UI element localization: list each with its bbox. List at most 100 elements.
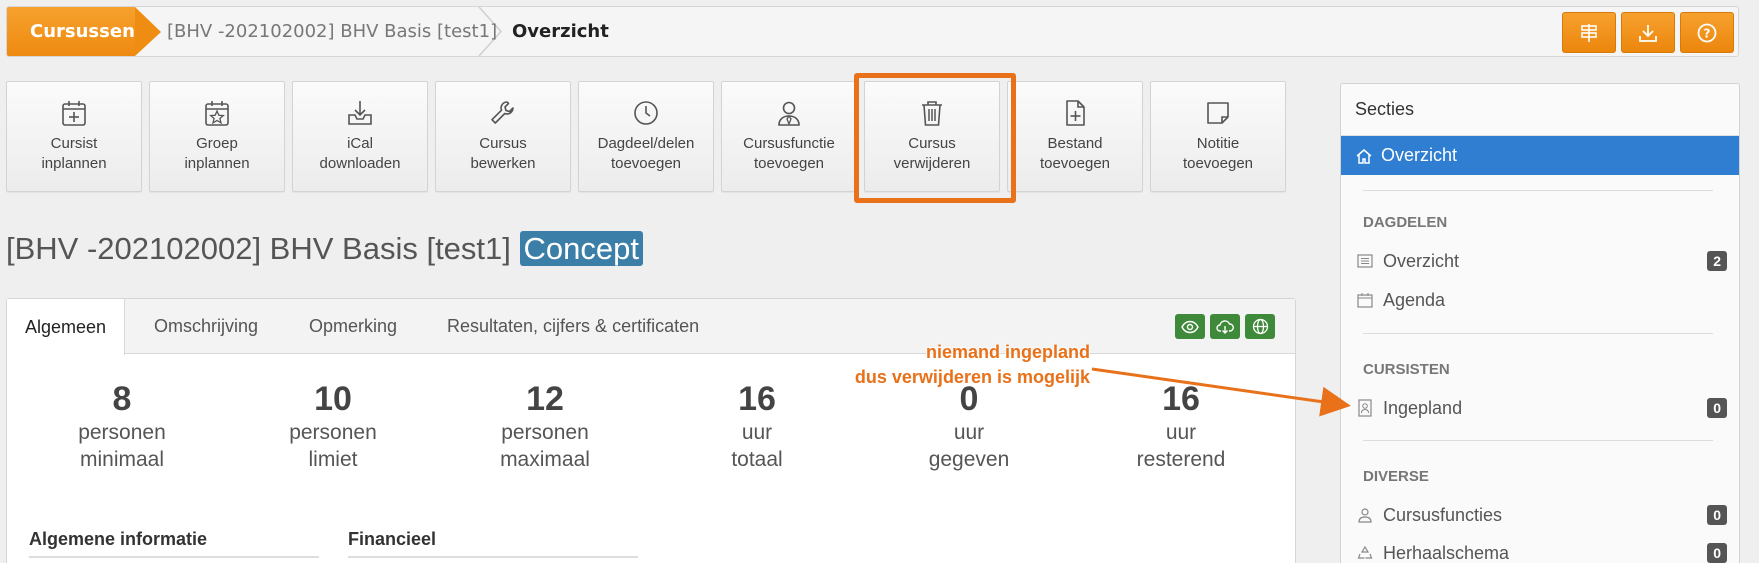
annotation-line2: dus verwijderen is mogelijk	[854, 367, 1090, 387]
section-heading-diverse: DIVERSE	[1363, 468, 1429, 485]
tab-opmerking[interactable]: Opmerking	[309, 299, 397, 354]
stat-label: personen	[78, 421, 166, 444]
sidebar-title: Secties	[1341, 84, 1739, 136]
user-icon	[1358, 508, 1372, 523]
annotation-text: niemand ingepland dus verwijderen is mog…	[790, 340, 1090, 390]
sidebar-item-herhaalschema[interactable]: Herhaalschema 0	[1357, 538, 1727, 563]
stat-gegeven: 0 uur gegeven	[869, 379, 1069, 473]
action-label-line2: toevoegen	[1039, 155, 1111, 172]
action-label-line2: inplannen	[41, 155, 107, 172]
sidebar-item-cursusfuncties[interactable]: Cursusfuncties 0	[1357, 500, 1727, 530]
breadcrumb-item-cursussen[interactable]: Cursussen	[7, 7, 135, 56]
action-label-line1: Notitie	[1196, 135, 1240, 152]
stat-sublabel: maximaal	[500, 448, 590, 471]
divider	[1363, 440, 1713, 441]
course-panel: Algemeen Omschrijving Opmerking Resultat…	[6, 298, 1296, 563]
highlight-frame	[854, 73, 1016, 203]
stat-sublabel: minimaal	[79, 448, 165, 471]
stat-value: 12	[526, 380, 564, 418]
stat-label: uur	[741, 421, 773, 444]
stat-sublabel: gegeven	[928, 448, 1010, 471]
action-label-line1: Bestand	[1047, 135, 1103, 152]
ical-downloaden-button[interactable]: iCal downloaden	[292, 81, 428, 192]
breadcrumb-item-current: Overzicht	[512, 21, 609, 42]
sidebar-item-label: Agenda	[1383, 289, 1446, 310]
sidebar-item-label: Overzicht	[1381, 145, 1458, 165]
cursus-bewerken-button[interactable]: Cursus bewerken	[435, 81, 571, 192]
divider	[1363, 333, 1713, 334]
view-button[interactable]	[1175, 314, 1205, 339]
stat-label: personen	[501, 421, 589, 444]
notitie-toevoegen-button[interactable]: Notitie toevoegen	[1150, 81, 1286, 192]
stat-value: 16	[1162, 380, 1200, 418]
stat-minimaal: 8 personen minimaal	[22, 379, 222, 473]
breadcrumb-item-course[interactable]: [BHV -202102002] BHV Basis [test1]	[167, 7, 497, 56]
action-label-line2: toevoegen	[1182, 155, 1254, 172]
recycle-icon	[1357, 545, 1373, 559]
action-label-line1: iCal	[347, 135, 373, 152]
help-icon: ?	[1697, 23, 1717, 42]
breadcrumb-arrow	[135, 7, 161, 56]
clock-icon	[634, 101, 658, 125]
action-label-line2: downloaden	[319, 155, 401, 172]
action-label-line1: Dagdeel/delen	[597, 135, 695, 152]
calendar-star-icon	[205, 101, 229, 126]
file-plus-icon	[1066, 100, 1085, 126]
download-tray-icon	[348, 101, 372, 125]
section-heading-cursisten: CURSISTEN	[1363, 361, 1450, 378]
stat-sublabel: totaal	[731, 448, 783, 471]
action-label-line1: Groep	[196, 135, 238, 152]
sidebar-item-label: Overzicht	[1383, 250, 1460, 271]
download-button[interactable]	[1621, 12, 1675, 53]
subsection-algemene-informatie: Algemene informatie	[29, 529, 319, 558]
groep-inplannen-button[interactable]: Groep inplannen	[149, 81, 285, 192]
tab-algemeen[interactable]: Algemeen	[7, 299, 126, 355]
user-tie-icon	[778, 101, 800, 126]
sidebar-item-label: Cursusfuncties	[1383, 504, 1503, 525]
action-label-line1: Cursist	[50, 135, 98, 152]
globe-button[interactable]	[1245, 314, 1275, 339]
note-icon	[1207, 102, 1229, 124]
course-title: [BHV -202102002] BHV Basis [test1]	[6, 231, 511, 266]
calendar-plus-icon	[62, 101, 86, 126]
sidebar-item-overzicht-active[interactable]: Overzicht	[1341, 136, 1739, 175]
tab-omschrijving[interactable]: Omschrijving	[154, 299, 258, 354]
home-icon	[1356, 148, 1372, 164]
cloud-download-icon	[1216, 319, 1234, 334]
section-heading-dagdelen: DAGDELEN	[1363, 214, 1448, 231]
dagdeel-toevoegen-button[interactable]: Dagdeel/delen toevoegen	[578, 81, 714, 192]
sections-sidebar: Secties Overzicht DAGDELEN Overzicht 2 A…	[1340, 83, 1740, 563]
sidebar-item-ingepland[interactable]: Ingepland 0	[1357, 393, 1727, 423]
count-badge: 0	[1707, 543, 1727, 563]
subsection-financieel: Financieel	[348, 529, 638, 558]
action-label-line1: Cursusfunctie	[743, 135, 835, 152]
help-button[interactable]: ?	[1680, 12, 1734, 53]
tab-resultaten[interactable]: Resultaten, cijfers & certificaten	[447, 299, 699, 354]
id-badge-icon	[1358, 399, 1372, 417]
stat-value: 10	[314, 380, 352, 418]
globe-icon	[1252, 318, 1268, 335]
action-label-line1: Cursus	[479, 135, 527, 152]
stat-maximaal: 12 personen maximaal	[445, 379, 645, 473]
stat-sublabel: resterend	[1136, 448, 1226, 471]
page-title: [BHV -202102002] BHV Basis [test1] Conce…	[6, 231, 643, 267]
cursist-inplannen-button[interactable]: Cursist inplannen	[6, 81, 142, 192]
list-icon	[1357, 254, 1373, 268]
cursusfunctie-toevoegen-button[interactable]: Cursusfunctie toevoegen	[721, 81, 857, 192]
calendar-icon	[1357, 293, 1373, 308]
cloud-download-button[interactable]	[1210, 314, 1240, 339]
sidebar-item-dagdelen-overzicht[interactable]: Overzicht 2	[1357, 246, 1727, 276]
sidebar-item-agenda[interactable]: Agenda	[1357, 285, 1727, 315]
stat-label: uur	[1165, 421, 1197, 444]
divider	[1363, 190, 1713, 191]
tab-bar: Algemeen Omschrijving Opmerking Resultat…	[7, 299, 1295, 355]
signpost-button[interactable]	[1562, 12, 1616, 53]
breadcrumb: Cursussen [BHV -202102002] BHV Basis [te…	[6, 6, 1739, 57]
action-label-line2: toevoegen	[753, 155, 825, 172]
bestand-toevoegen-button[interactable]: Bestand toevoegen	[1007, 81, 1143, 192]
signpost-icon	[1581, 23, 1597, 42]
action-label-line2: bewerken	[470, 155, 536, 172]
sidebar-item-label: Ingepland	[1383, 397, 1463, 418]
status-badge: Concept	[519, 231, 643, 266]
eye-icon	[1181, 320, 1199, 333]
